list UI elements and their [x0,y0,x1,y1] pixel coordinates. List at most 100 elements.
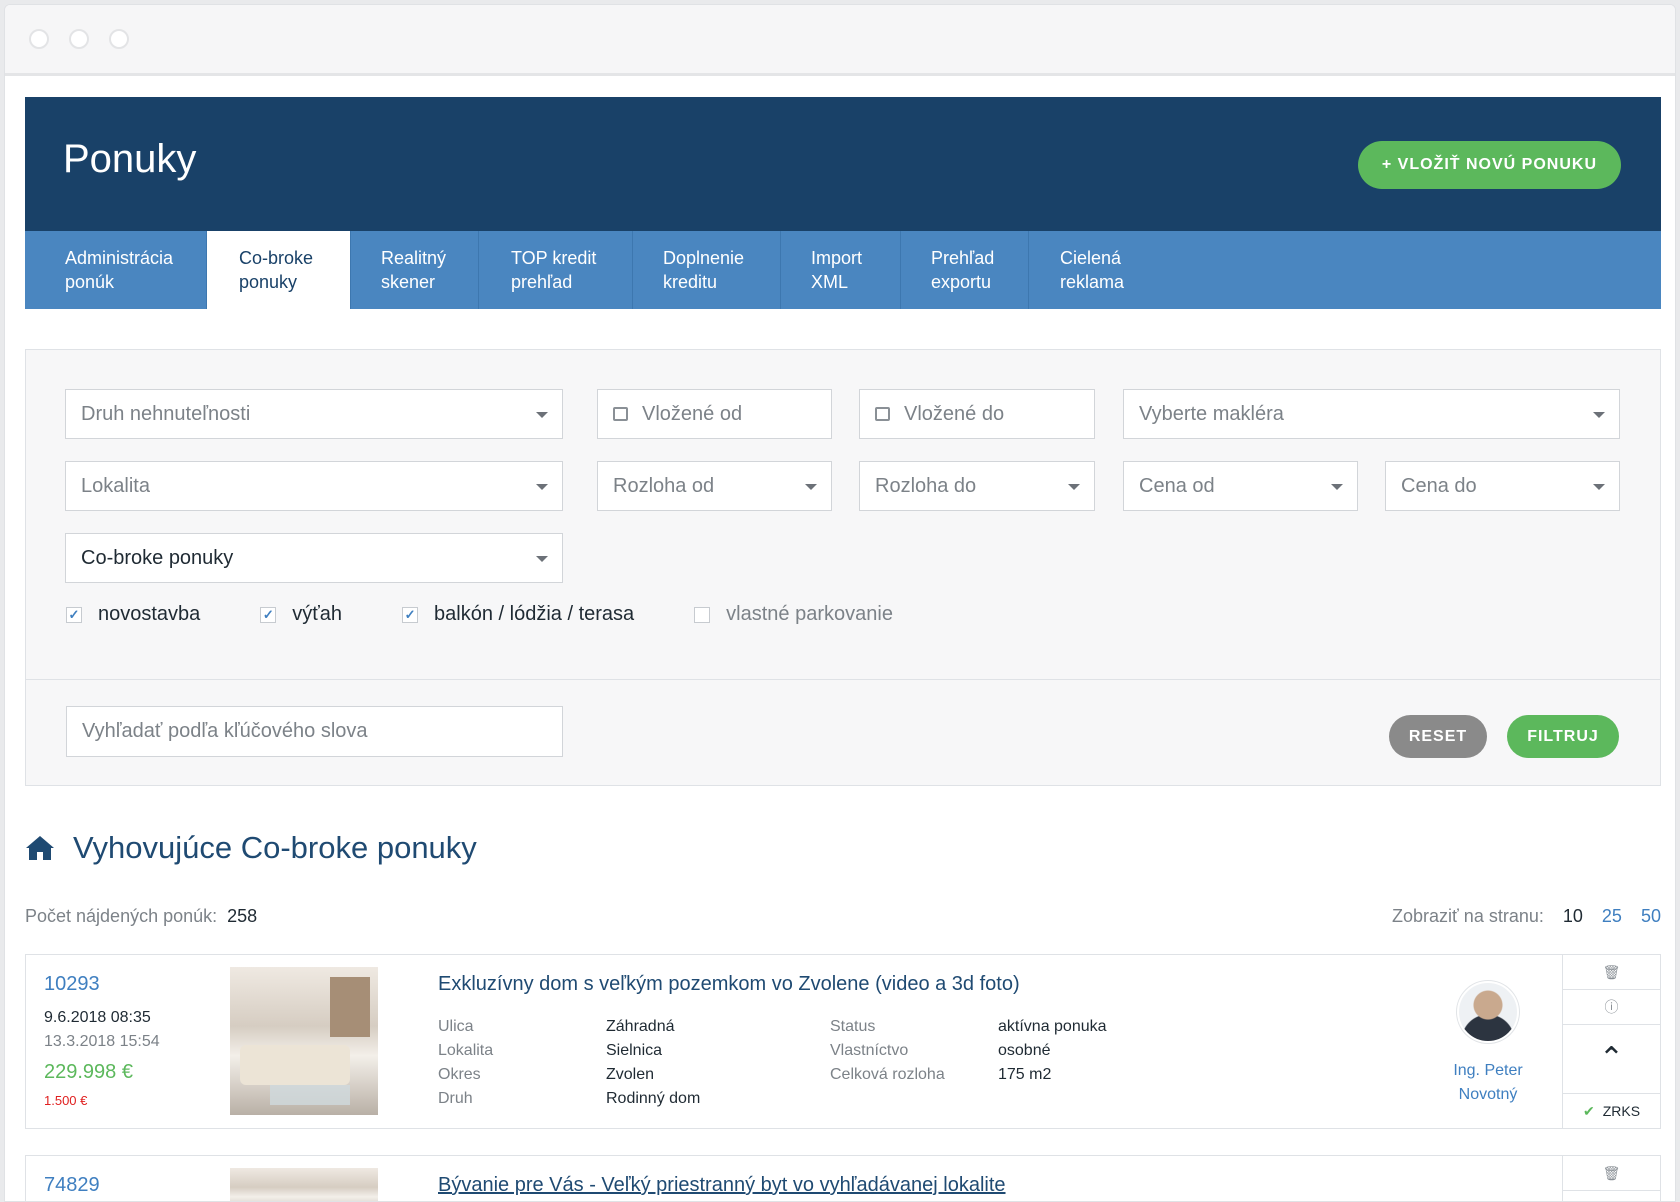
checkbox-vytah[interactable]: ✓ výťah [260,603,342,626]
chevron-down-icon [536,556,548,562]
photo-detail [330,977,370,1037]
price-to-select[interactable]: Cena do [1385,461,1620,511]
listing-card[interactable]: 74829 Bývanie pre Vás - Veľký priestrann… [25,1155,1661,1201]
attr-key: Okres [438,1066,481,1083]
inserted-from-label: Vložené od [642,403,743,425]
listing-actions: 🗑 ⓘ ⌃ ✔ ZRKS [1562,955,1660,1128]
chevron-up-icon[interactable]: ⌃ [1563,1025,1660,1094]
listing-photo[interactable] [230,1168,378,1201]
window-titlebar [5,5,1675,76]
unchecked-box-icon[interactable] [694,606,711,623]
tab-doplnenie-kreditu[interactable]: Doplnenie kreditu [633,231,781,309]
attr-key: Status [830,1018,876,1035]
add-offer-button[interactable]: + VLOŽIŤ NOVÚ PONUKU [1357,141,1621,189]
offer-type-label: Co-broke ponuky [81,547,234,569]
attr-value: osobné [998,1042,1051,1059]
results-count-bar: Počet nájdených ponúk: 258 Zobraziť na st… [25,906,1661,936]
offer-type-select[interactable]: Co-broke ponuky [65,533,563,583]
listing-actions: 🗑 [1562,1156,1660,1201]
listing-date-updated: 13.3.2018 15:54 [44,1033,160,1050]
reset-button[interactable]: RESET [1389,715,1487,758]
price-from-select[interactable]: Cena od [1123,461,1358,511]
listing-title[interactable]: Bývanie pre Vás - Veľký priestranný byt … [438,1174,1006,1197]
filter-button[interactable]: FILTRUJ [1507,715,1619,758]
trash-icon[interactable]: 🗑 [1563,955,1660,990]
listing-photo[interactable] [230,967,378,1115]
property-type-select[interactable]: Druh nehnuteľnosti [65,389,563,439]
check-icon[interactable]: ✓ [260,606,277,623]
photo-detail [240,1045,350,1085]
area-from-label: Rozloha od [613,475,715,497]
attr-value: Zvolen [606,1066,655,1083]
chevron-down-icon [536,484,548,490]
zrks-label: ZRKS [1602,1103,1641,1119]
browser-window: Ponuky + VLOŽIŤ NOVÚ PONUKU Administráci… [4,4,1676,1202]
attr-value: Sielnica [606,1042,663,1059]
trash-icon[interactable]: 🗑 [1563,1156,1660,1191]
attr-key: Ulica [438,1018,474,1035]
window-minimize-dot[interactable] [69,29,89,49]
tab-administracia-ponuk[interactable]: Administrácia ponúk [25,231,207,309]
tab-import-xml[interactable]: Import XML [781,231,901,309]
checkbox-row: ✓ novostavba ✓ výťah ✓ balkón / lódžia / te… [66,603,953,626]
locality-select[interactable]: Lokalita [65,461,563,511]
tab-prehlad-exportu[interactable]: Prehľad exportu [901,231,1029,309]
checkbox-novostavba[interactable]: ✓ novostavba [66,603,200,626]
inserted-to-label: Vložené do [904,403,1005,425]
per-page-selector: Zobraziť na stranu: 10 25 50 [1392,906,1661,927]
inserted-from-input[interactable]: Vložené od [597,389,832,439]
tab-co-broke-ponuky[interactable]: Co-broke ponuky [207,231,351,309]
agent-name[interactable]: Ing. Peter Novotný [1438,1059,1538,1107]
page-title: Ponuky [63,137,197,181]
check-icon[interactable]: ✓ [402,606,419,623]
results-heading: Vyhovujúce Co-broke ponuky [25,830,1661,866]
inserted-to-input[interactable]: Vložené do [859,389,1095,439]
avatar[interactable] [1457,981,1519,1043]
window-maximize-dot[interactable] [109,29,129,49]
listing-card[interactable]: 10293 9.6.2018 08:35 13.3.2018 15:54 229… [25,954,1661,1129]
listing-id[interactable]: 10293 [44,973,100,996]
chevron-down-icon [1593,412,1605,418]
chevron-down-icon [536,412,548,418]
results-count: 258 [227,906,258,926]
results-count-label: Počet nájdených ponúk: [25,906,218,926]
area-from-select[interactable]: Rozloha od [597,461,832,511]
listing-title[interactable]: Exkluzívny dom s veľkým pozemkom vo Zvol… [438,973,1020,996]
listing-price: 229.998 € [44,1061,133,1083]
area-to-select[interactable]: Rozloha do [859,461,1095,511]
checkbox-vlastne-parkovanie[interactable]: vlastné parkovanie [694,603,893,626]
attr-key: Lokalita [438,1042,494,1059]
checkbox-label: výťah [292,603,343,625]
chevron-down-icon [1593,484,1605,490]
window-close-dot[interactable] [29,29,49,49]
attr-value: 175 m2 [998,1066,1052,1083]
listing-id[interactable]: 74829 [44,1174,100,1197]
tab-realitny-skener[interactable]: Realitný skener [351,231,479,309]
tab-cielena-reklama[interactable]: Cielená reklama [1029,231,1159,309]
attr-key: Vlastníctvo [830,1042,909,1059]
checkbox-label: vlastné parkovanie [726,603,893,625]
chevron-down-icon [1331,484,1343,490]
attr-value: Rodinný dom [606,1090,701,1107]
locality-label: Lokalita [81,475,150,497]
keyword-search-input[interactable]: Vyhľadať podľa kľúčového slova [66,706,563,757]
tab-top-kredit-prehlad[interactable]: TOP kredit prehľad [479,231,633,309]
agent-info[interactable]: Ing. Peter Novotný [1438,981,1538,1107]
per-page-25[interactable]: 25 [1602,906,1622,926]
broker-label: Vyberte makléra [1139,403,1284,425]
info-icon[interactable]: ⓘ [1563,990,1660,1025]
calendar-icon [875,407,890,421]
checkbox-balkon[interactable]: ✓ balkón / lódžia / terasa [402,603,634,626]
broker-select[interactable]: Vyberte makléra [1123,389,1620,439]
home-icon [26,836,54,860]
check-icon[interactable]: ✓ [66,606,82,623]
per-page-label: Zobraziť na stranu: [1392,906,1544,926]
attr-key: Celková rozloha [830,1066,945,1083]
photo-detail [270,1085,350,1105]
per-page-50[interactable]: 50 [1641,906,1661,926]
price-from-label: Cena od [1139,475,1215,497]
per-page-10[interactable]: 10 [1563,906,1583,926]
area-to-label: Rozloha do [875,475,977,497]
results-title: Vyhovujúce Co-broke ponuky [73,830,477,865]
filter-divider [26,679,1660,680]
